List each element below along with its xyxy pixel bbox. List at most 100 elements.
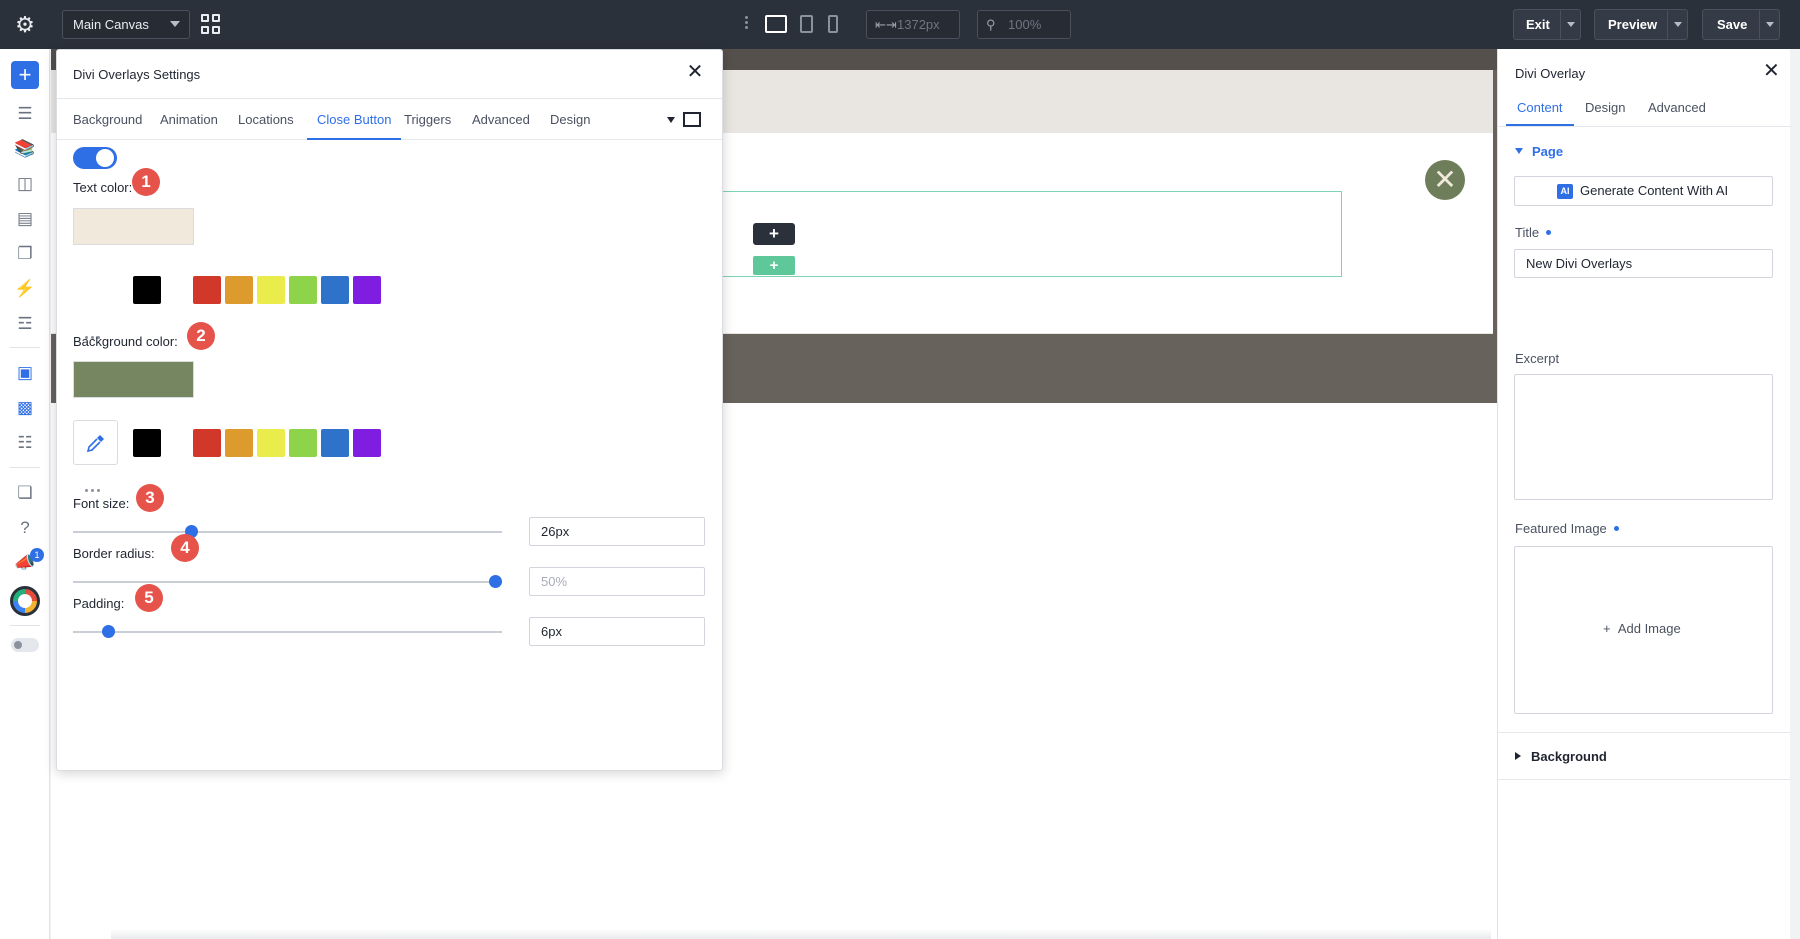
- zoom-value: 100%: [1008, 17, 1042, 32]
- overlay-settings-modal: Divi Overlays Settings ✕ Background Anim…: [56, 49, 723, 771]
- font-size-input[interactable]: 26px: [529, 517, 705, 546]
- text-color-preview[interactable]: [73, 208, 194, 245]
- swatch-purple[interactable]: [353, 276, 381, 304]
- padding-input[interactable]: 6px: [529, 617, 705, 646]
- zoom-field[interactable]: ⚲ 100%: [977, 10, 1071, 39]
- swatch-purple[interactable]: [353, 429, 381, 457]
- select-element-icon[interactable]: ▣: [13, 362, 37, 384]
- swatch-orange[interactable]: [225, 429, 253, 457]
- page-section-toggle[interactable]: Page: [1515, 144, 1563, 159]
- padding-slider-knob[interactable]: [102, 625, 116, 638]
- swatch-blue[interactable]: [321, 429, 349, 457]
- swatch-red[interactable]: [193, 276, 221, 304]
- border-radius-slider-knob[interactable]: [489, 575, 502, 588]
- phone-view-icon[interactable]: [828, 15, 838, 33]
- window-icon[interactable]: ❏: [13, 482, 37, 504]
- settings-gear-icon[interactable]: ⚙: [12, 12, 38, 38]
- swatch-blue[interactable]: [321, 276, 349, 304]
- pages-icon[interactable]: ❐: [13, 243, 37, 265]
- font-size-label: Font size:: [73, 496, 130, 511]
- more-options-icon[interactable]: [85, 326, 105, 339]
- database-icon[interactable]: ◫: [13, 173, 37, 195]
- eyedropper-icon: [86, 435, 104, 453]
- layers-icon[interactable]: ☰: [13, 103, 37, 125]
- form-icon[interactable]: ▤: [13, 208, 37, 230]
- more-tabs-chevron-icon[interactable]: [667, 117, 675, 123]
- swatch-yellow[interactable]: [257, 429, 285, 457]
- drag-handle-icon[interactable]: [743, 14, 749, 34]
- canvas-width-value: 1372px: [897, 17, 940, 32]
- preview-dropdown-toggle[interactable]: [1667, 10, 1687, 39]
- border-radius-input[interactable]: 50%: [529, 567, 705, 596]
- background-section-toggle[interactable]: Background: [1515, 749, 1607, 764]
- overlay-close-button[interactable]: ✕: [1425, 160, 1465, 200]
- tab-content[interactable]: Content: [1506, 89, 1574, 126]
- tablet-view-icon[interactable]: [800, 15, 813, 33]
- page-section-label: Page: [1532, 144, 1564, 159]
- list-icon[interactable]: ☲: [13, 313, 37, 335]
- eyedropper-button[interactable]: [73, 420, 118, 465]
- tab-locations[interactable]: Locations: [238, 99, 294, 140]
- tab-triggers[interactable]: Triggers: [404, 99, 451, 140]
- tab-animation[interactable]: Animation: [160, 99, 218, 140]
- add-element-button[interactable]: +: [11, 61, 39, 89]
- right-settings-panel: Divi Overlay ✕ Content Design Advanced P…: [1497, 49, 1791, 939]
- library-icon[interactable]: 📚: [13, 138, 37, 160]
- theme-toggle[interactable]: [11, 638, 39, 652]
- panel-close-icon[interactable]: ✕: [1763, 61, 1780, 81]
- view-layout-icon[interactable]: ☷: [13, 432, 37, 454]
- swatch-green[interactable]: [289, 276, 317, 304]
- canvas-width-field[interactable]: ⇤⇥ 1372px: [866, 10, 960, 39]
- preview-button[interactable]: Preview: [1594, 9, 1688, 40]
- border-radius-slider[interactable]: [73, 575, 502, 588]
- save-dropdown-toggle[interactable]: [1759, 10, 1779, 39]
- background-color-label: Background color:: [73, 334, 178, 349]
- featured-image-label: Featured Image: [1515, 521, 1619, 536]
- step-badge-2: 2: [187, 322, 215, 350]
- exit-dropdown-toggle[interactable]: [1560, 10, 1580, 39]
- divi-logo-icon[interactable]: [10, 586, 40, 616]
- multi-select-icon[interactable]: ▩: [13, 397, 37, 419]
- step-badge-4: 4: [171, 534, 199, 562]
- row-outline[interactable]: [721, 191, 1342, 277]
- add-row-button[interactable]: +: [753, 256, 795, 275]
- tab-advanced[interactable]: Advanced: [472, 99, 530, 140]
- font-size-slider[interactable]: [73, 525, 502, 538]
- save-button[interactable]: Save: [1702, 9, 1780, 40]
- expand-square-icon[interactable]: [683, 112, 701, 127]
- swatch-red[interactable]: [193, 429, 221, 457]
- tab-design[interactable]: Design: [1585, 89, 1625, 126]
- exit-button[interactable]: Exit: [1513, 9, 1581, 40]
- featured-image-dropzone[interactable]: + Add Image: [1514, 546, 1773, 714]
- ai-icon: AI: [1557, 184, 1573, 199]
- lightning-icon[interactable]: ⚡: [13, 278, 37, 300]
- swatch-black[interactable]: [133, 429, 161, 457]
- modal-close-icon[interactable]: ✕: [685, 62, 705, 82]
- add-module-button[interactable]: +: [753, 223, 795, 245]
- section-divider: [1498, 779, 1791, 780]
- title-input[interactable]: New Divi Overlays: [1514, 249, 1773, 278]
- layout-grid-icon[interactable]: [201, 14, 221, 34]
- tab-close-button[interactable]: Close Button: [307, 99, 402, 140]
- swatch-orange[interactable]: [225, 276, 253, 304]
- excerpt-textarea[interactable]: [1514, 374, 1773, 500]
- tab-background[interactable]: Background: [73, 99, 142, 140]
- step-badge-3: 3: [136, 484, 164, 512]
- add-image-button[interactable]: + Add Image: [1603, 621, 1681, 636]
- swatch-yellow[interactable]: [257, 276, 285, 304]
- featured-image-label-text: Featured Image: [1515, 521, 1607, 536]
- caret-right-icon: [1515, 752, 1521, 760]
- canvas-select[interactable]: Main Canvas: [62, 10, 190, 39]
- desktop-view-icon[interactable]: [765, 15, 787, 33]
- preview-label: Preview: [1608, 17, 1658, 32]
- generate-ai-content-button[interactable]: AI Generate Content With AI: [1514, 176, 1773, 206]
- swatch-black[interactable]: [133, 276, 161, 304]
- tab-advanced[interactable]: Advanced: [1648, 89, 1706, 126]
- close-button-enable-toggle[interactable]: [73, 147, 117, 169]
- help-icon[interactable]: ?: [13, 517, 37, 539]
- tab-design[interactable]: Design: [550, 99, 590, 140]
- padding-slider[interactable]: [73, 625, 502, 638]
- background-color-preview[interactable]: [73, 361, 194, 398]
- swatch-green[interactable]: [289, 429, 317, 457]
- more-options-icon[interactable]: [85, 479, 105, 492]
